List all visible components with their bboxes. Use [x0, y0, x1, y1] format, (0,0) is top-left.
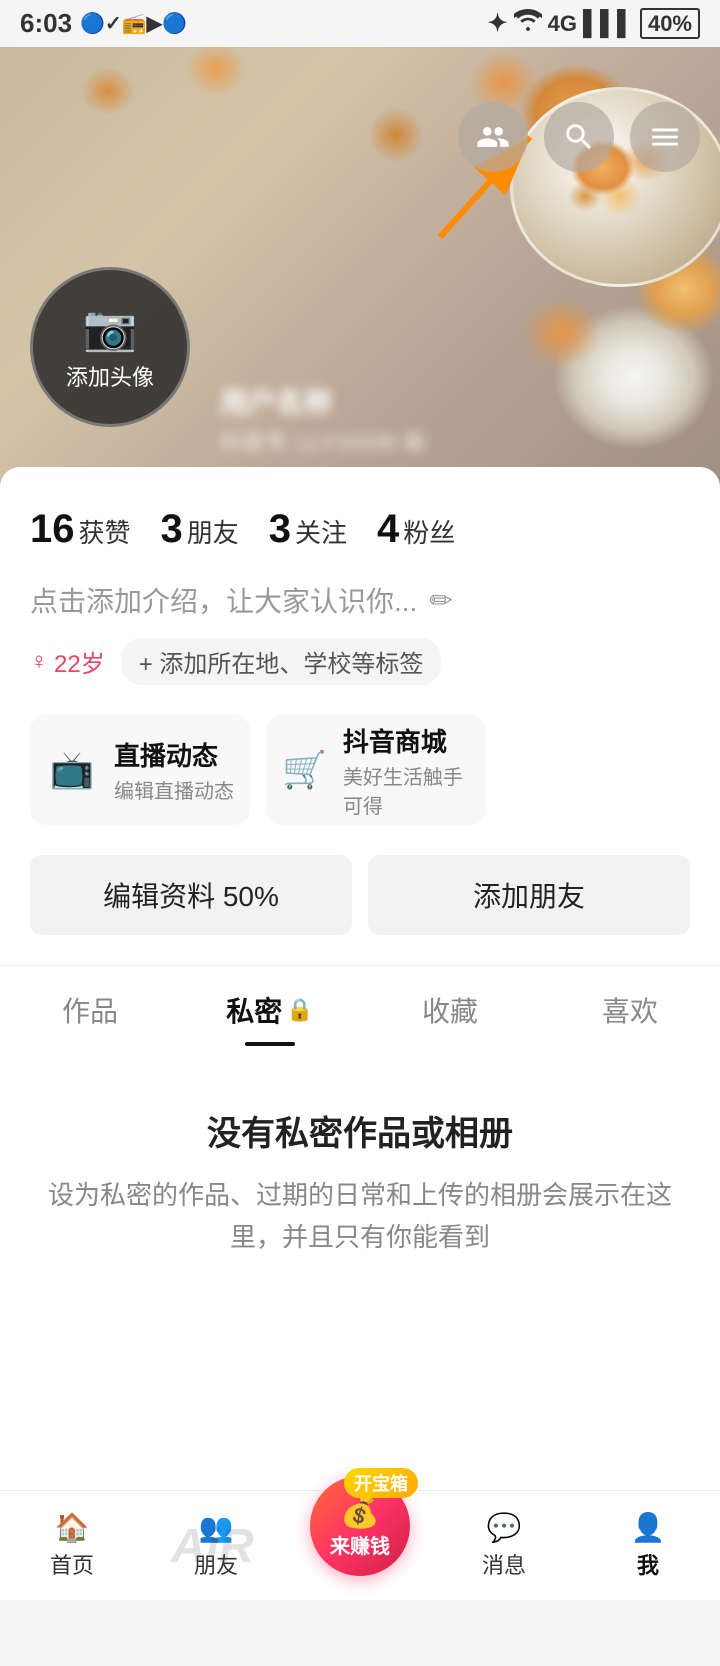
live-icon: 📺: [46, 744, 98, 796]
nav-home[interactable]: 🏠 首页: [0, 1511, 144, 1580]
nav-messages-label: 消息: [482, 1548, 526, 1580]
feature-card-shop[interactable]: 🛒 抖音商城 美好生活触手可得: [266, 715, 486, 825]
home-icon: 🏠: [55, 1511, 90, 1544]
wifi-icon: [514, 9, 542, 38]
live-card-text: 直播动态 编辑直播动态: [114, 736, 234, 804]
earn-badge: 开宝箱: [344, 1468, 418, 1498]
live-card-sub: 编辑直播动态: [114, 775, 234, 804]
action-buttons: 编辑资料 50% 添加朋友: [30, 845, 690, 955]
user-info-cover: 用户名称 抖音号: LLY10336 画: [220, 381, 425, 457]
add-tag-button[interactable]: + 添加所在地、学校等标签: [121, 638, 442, 685]
edit-profile-button[interactable]: 编辑资料 50%: [30, 855, 352, 935]
notification-icons: 🔵✓📻▶🔵: [80, 11, 187, 36]
stats-row: 16 获赞 3 朋友 3 关注 4 粉丝: [30, 497, 690, 572]
nav-friends-label: 朋友: [194, 1548, 238, 1580]
tab-likes[interactable]: 喜欢: [540, 966, 720, 1046]
bottom-nav: 🏠 首页 👥 朋友 开宝箱 💰 来赚钱 💬 消息 👤 我: [0, 1490, 720, 1600]
money-bag-icon: 💰: [340, 1492, 380, 1530]
feature-cards: 📺 直播动态 编辑直播动态 🛒 抖音商城 美好生活触手可得: [30, 705, 690, 845]
tabs-bar: 作品 私密 🔒 收藏 喜欢: [0, 965, 720, 1046]
avatar-area[interactable]: 📷 添加头像: [30, 267, 190, 427]
nav-earn[interactable]: 开宝箱 💰 来赚钱: [288, 1516, 432, 1576]
status-time: 6:03 🔵✓📻▶🔵: [20, 8, 187, 39]
stat-followers[interactable]: 4 粉丝: [377, 507, 455, 552]
nav-me[interactable]: 👤 我: [576, 1511, 720, 1580]
bio-text: 点击添加介绍，让大家认识你...: [30, 580, 417, 620]
tab-private[interactable]: 私密 🔒: [180, 966, 360, 1046]
username-display: 用户名称: [220, 381, 425, 421]
status-bar: 6:03 🔵✓📻▶🔵 ✦ 4G ▌▌▌ 40%: [0, 0, 720, 47]
contacts-button[interactable]: [458, 102, 528, 172]
signal-bars: ▌▌▌: [583, 10, 634, 38]
earn-circle-label: 来赚钱: [330, 1530, 390, 1559]
nav-messages[interactable]: 💬 消息: [432, 1511, 576, 1580]
followers-label: 粉丝: [403, 513, 455, 550]
likes-count: 16: [30, 507, 75, 552]
cover-area: 📷 添加头像 用户名称 抖音号: LLY10336 画: [0, 47, 720, 487]
menu-button[interactable]: [630, 102, 700, 172]
lock-icon: 🔒: [286, 997, 313, 1023]
age-label: 22岁: [54, 644, 105, 679]
feature-card-live[interactable]: 📺 直播动态 编辑直播动态: [30, 715, 250, 825]
add-tag-label: + 添加所在地、学校等标签: [139, 644, 424, 679]
friends-count: 3: [161, 507, 183, 552]
header-icons: [458, 102, 700, 172]
gender-icon: ♀: [30, 648, 48, 676]
edit-bio-icon[interactable]: ✏: [429, 584, 452, 617]
friends-label: 朋友: [187, 513, 239, 550]
bio-row[interactable]: 点击添加介绍，让大家认识你... ✏: [30, 572, 690, 628]
nav-me-label: 我: [637, 1548, 659, 1580]
messages-icon: 💬: [487, 1511, 522, 1544]
signal-icon: 4G: [548, 11, 577, 37]
empty-title: 没有私密作品或相册: [40, 1106, 680, 1155]
earn-circle[interactable]: 开宝箱 💰 来赚钱: [310, 1476, 410, 1576]
shop-icon: 🛒: [282, 744, 327, 796]
status-right: ✦ 4G ▌▌▌ 40%: [487, 9, 700, 38]
likes-label: 获赞: [79, 513, 131, 550]
add-friend-button[interactable]: 添加朋友: [368, 855, 690, 935]
nav-home-label: 首页: [50, 1548, 94, 1580]
stat-likes[interactable]: 16 获赞: [30, 507, 131, 552]
me-icon: 👤: [631, 1511, 666, 1544]
friends-icon: 👥: [199, 1511, 234, 1544]
followers-count: 4: [377, 507, 399, 552]
following-count: 3: [269, 507, 291, 552]
following-label: 关注: [295, 513, 347, 550]
stat-following[interactable]: 3 关注: [269, 507, 347, 552]
nav-friends[interactable]: 👥 朋友: [144, 1511, 288, 1580]
gender-tag: ♀ 22岁: [30, 644, 105, 679]
userid-display: 抖音号: LLY10336 画: [220, 425, 425, 457]
tab-favorites[interactable]: 收藏: [360, 966, 540, 1046]
tags-row: ♀ 22岁 + 添加所在地、学校等标签: [30, 628, 690, 705]
stat-friends[interactable]: 3 朋友: [161, 507, 239, 552]
bluetooth-icon: ✦: [487, 9, 507, 38]
empty-desc: 设为私密的作品、过期的日常和上传的相册会展示在这里，并且只有你能看到: [40, 1175, 680, 1258]
shop-card-sub: 美好生活触手可得: [343, 761, 470, 819]
live-card-title: 直播动态: [114, 736, 234, 773]
shop-card-text: 抖音商城 美好生活触手可得: [343, 722, 470, 819]
profile-section: 16 获赞 3 朋友 3 关注 4 粉丝 点击添加介绍，让大家认识你... ✏ …: [0, 467, 720, 1046]
avatar-circle[interactable]: 📷 添加头像: [30, 267, 190, 427]
add-avatar-label: 添加头像: [66, 360, 154, 392]
battery-display: 40%: [640, 10, 700, 38]
shop-card-title: 抖音商城: [343, 722, 470, 759]
camera-icon: 📷: [83, 302, 138, 354]
tab-works[interactable]: 作品: [0, 966, 180, 1046]
time-display: 6:03: [20, 8, 72, 39]
search-button[interactable]: [544, 102, 614, 172]
